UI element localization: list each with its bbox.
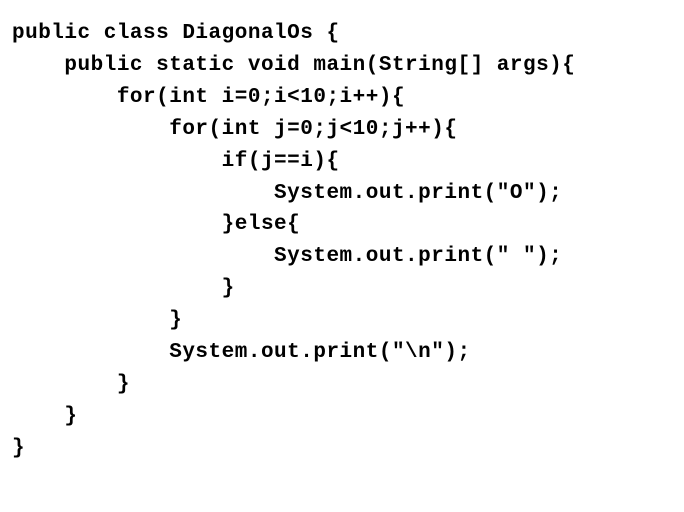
- code-line: System.out.print("O");: [12, 178, 672, 210]
- code-block: public class DiagonalOs { public static …: [12, 18, 672, 465]
- code-line: }: [12, 273, 672, 305]
- code-line: }: [12, 305, 672, 337]
- code-line: }else{: [12, 209, 672, 241]
- code-line: public static void main(String[] args){: [12, 50, 672, 82]
- code-line: }: [12, 433, 672, 465]
- code-line: System.out.print(" ");: [12, 241, 672, 273]
- code-line: }: [12, 401, 672, 433]
- code-line: }: [12, 369, 672, 401]
- code-line: public class DiagonalOs {: [12, 18, 672, 50]
- code-line: for(int j=0;j<10;j++){: [12, 114, 672, 146]
- code-line: System.out.print("\n");: [12, 337, 672, 369]
- code-line: if(j==i){: [12, 146, 672, 178]
- code-line: for(int i=0;i<10;i++){: [12, 82, 672, 114]
